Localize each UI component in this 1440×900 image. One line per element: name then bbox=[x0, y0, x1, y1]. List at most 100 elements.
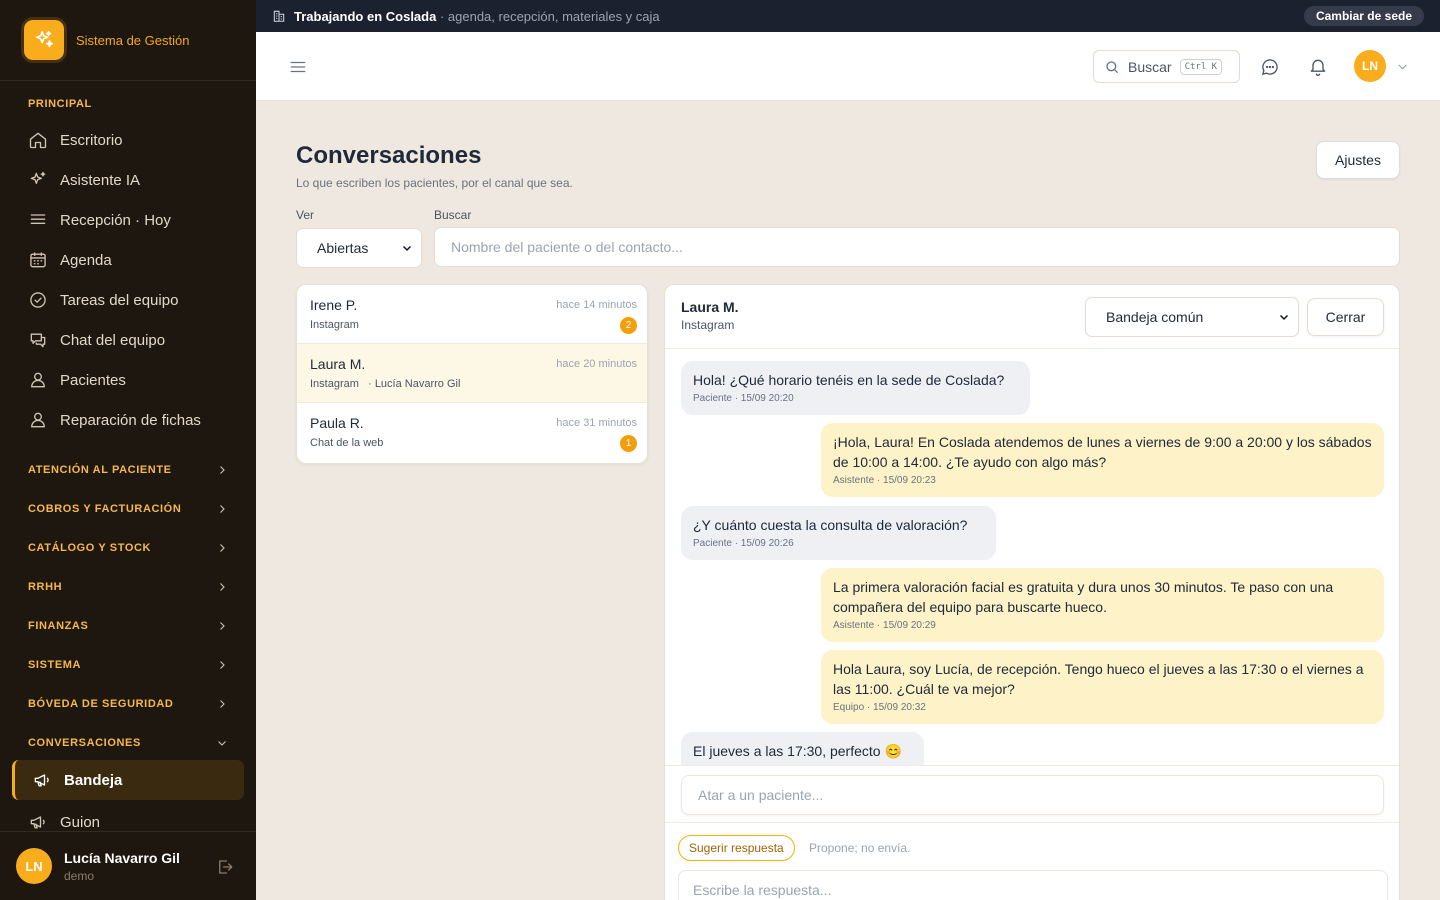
chevron-right-icon bbox=[220, 583, 225, 591]
group-sistema[interactable]: SISTEMA bbox=[28, 659, 228, 671]
sidebar-item-label: Guion bbox=[60, 813, 101, 831]
message-text: Hola Laura, soy Lucía, de recepción. Ten… bbox=[833, 661, 1364, 697]
chevron-right-icon bbox=[220, 622, 225, 630]
group-label: COBROS Y FACTURACIÓN bbox=[28, 503, 182, 515]
message-meta: Asistente · 15/09 20:29 bbox=[833, 620, 936, 631]
group-conversaciones[interactable]: CONVERSACIONES bbox=[28, 737, 228, 749]
message-time: hace 31 minutos bbox=[556, 417, 637, 429]
bell-icon[interactable] bbox=[1308, 57, 1328, 77]
sidebar-item-tareas[interactable]: Tareas del equipo bbox=[28, 284, 238, 316]
section-principal: PRINCIPAL bbox=[28, 98, 92, 110]
group-rrhh[interactable]: RRHH bbox=[28, 581, 228, 593]
chat-header: Laura M. Instagram Bandeja común Cerrar bbox=[665, 285, 1399, 349]
message-meta: Paciente · 15/09 20:20 bbox=[693, 393, 794, 404]
group-label: FINANZAS bbox=[28, 620, 89, 632]
group-label: ATENCIÓN AL PACIENTE bbox=[28, 464, 172, 476]
sidebar-item-reparacion[interactable]: Reparación de fichas bbox=[28, 404, 238, 436]
group-boveda[interactable]: BÓVEDA DE SEGURIDAD bbox=[28, 698, 228, 710]
avatar[interactable]: LN bbox=[1354, 50, 1386, 82]
chevron-right-icon bbox=[220, 700, 225, 708]
chat-contact-channel: Instagram bbox=[681, 318, 735, 332]
conversation-search-input[interactable]: Nombre del paciente o del contacto... bbox=[434, 227, 1400, 267]
user-icon bbox=[31, 372, 45, 388]
divider bbox=[665, 822, 1399, 823]
sidebar-item-label: Chat del equipo bbox=[60, 331, 166, 349]
sidebar-item-chat-equipo[interactable]: Chat del equipo bbox=[28, 324, 238, 356]
inbox-select[interactable]: Bandeja común bbox=[1085, 297, 1299, 337]
message-text: La primera valoración facial es gratuita… bbox=[833, 579, 1334, 615]
global-search[interactable]: Buscar Ctrl K bbox=[1093, 50, 1240, 83]
message-time: hace 14 minutos bbox=[556, 299, 637, 311]
group-cobros[interactable]: COBROS Y FACTURACIÓN bbox=[28, 503, 228, 515]
message-patient: ¿Y cuánto cuesta la consulta de valoraci… bbox=[681, 506, 996, 560]
shortcut-hint: Ctrl K bbox=[1179, 58, 1223, 75]
group-label: CATÁLOGO Y STOCK bbox=[28, 542, 152, 554]
chevron-down-icon bbox=[1279, 314, 1289, 321]
reply-input[interactable]: Escribe la respuesta... bbox=[678, 870, 1388, 900]
message-text: ¿Y cuánto cuesta la consulta de valoraci… bbox=[693, 517, 968, 533]
chat-contact-name: Laura M. bbox=[681, 299, 739, 315]
chevron-down-icon bbox=[402, 245, 412, 252]
sidebar-item-agenda[interactable]: Agenda bbox=[28, 244, 238, 276]
message-meta: Asistente · 15/09 20:23 bbox=[833, 475, 936, 486]
chevron-down-icon[interactable] bbox=[1396, 60, 1409, 73]
change-site-button[interactable]: Cambiar de sede bbox=[1303, 6, 1424, 26]
group-finanzas[interactable]: FINANZAS bbox=[28, 620, 228, 632]
location-description: · agenda, recepción, materiales y caja bbox=[439, 8, 660, 24]
chevron-right-icon bbox=[220, 505, 225, 513]
contact-channel: Chat de la web bbox=[310, 437, 384, 449]
chat-icon bbox=[30, 333, 46, 348]
close-conversation-button[interactable]: Cerrar bbox=[1307, 298, 1384, 336]
list-item-selected[interactable]: Laura M. Instagram · Lucía Navarro Gil h… bbox=[297, 344, 647, 403]
message-text: ¡Hola, Laura! En Coslada atendemos de lu… bbox=[833, 434, 1372, 470]
sidebar-item-label: Asistente IA bbox=[60, 171, 141, 189]
contact-channel: Instagram · Lucía Navarro Gil bbox=[310, 378, 460, 390]
group-label: SISTEMA bbox=[28, 659, 82, 671]
list-item[interactable]: Paula R. Chat de la web hace 31 minutos … bbox=[297, 403, 647, 462]
list-item[interactable]: Irene P. Instagram hace 14 minutos 2 bbox=[297, 285, 647, 344]
chevron-right-icon bbox=[220, 661, 225, 669]
brand-name: Sistema de Gestión bbox=[76, 32, 190, 48]
sidebar-item-label: Escritorio bbox=[60, 131, 123, 149]
user-role: demo bbox=[64, 868, 95, 883]
list-icon bbox=[30, 214, 46, 224]
page-title: Conversaciones bbox=[296, 142, 482, 169]
menu-icon[interactable] bbox=[289, 58, 307, 76]
sparkles-icon bbox=[30, 171, 46, 184]
chevron-down-icon bbox=[218, 741, 226, 746]
message-patient: Hola! ¿Qué horario tenéis en la sede de … bbox=[681, 361, 1030, 415]
avatar[interactable]: LN bbox=[16, 848, 52, 884]
sidebar-item-asistente[interactable]: Asistente IA bbox=[28, 164, 238, 196]
sidebar-item-label: Bandeja bbox=[64, 771, 123, 789]
sparkles-logo-icon bbox=[24, 20, 64, 60]
calendar-icon bbox=[30, 252, 46, 268]
suggest-reply-button[interactable]: Sugerir respuesta bbox=[678, 835, 795, 861]
header: Buscar Ctrl K LN bbox=[256, 32, 1440, 101]
messages-icon[interactable] bbox=[1260, 57, 1280, 77]
sidebar-item-pacientes[interactable]: Pacientes bbox=[28, 364, 238, 396]
user-icon bbox=[31, 412, 45, 428]
group-catalogo[interactable]: CATÁLOGO Y STOCK bbox=[28, 542, 228, 554]
sidebar-item-label: Reparación de fichas bbox=[60, 411, 201, 429]
filter-label: Ver bbox=[296, 208, 315, 222]
chevron-right-icon bbox=[220, 466, 225, 474]
sidebar-item-label: Tareas del equipo bbox=[60, 291, 179, 309]
logout-icon[interactable] bbox=[216, 858, 234, 876]
sidebar-item-bandeja[interactable]: Bandeja bbox=[12, 760, 244, 800]
settings-button[interactable]: Ajustes bbox=[1316, 141, 1400, 179]
sidebar-item-label: Agenda bbox=[60, 251, 112, 269]
message-meta: Paciente · 15/09 20:26 bbox=[693, 538, 794, 549]
status-filter-select[interactable]: Abiertas bbox=[296, 228, 422, 268]
group-atencion[interactable]: ATENCIÓN AL PACIENTE bbox=[28, 464, 228, 476]
message-text: Hola! ¿Qué horario tenéis en la sede de … bbox=[693, 372, 1005, 388]
group-label: RRHH bbox=[28, 581, 63, 593]
group-label: BÓVEDA DE SEGURIDAD bbox=[28, 698, 174, 710]
contact-name: Paula R. bbox=[310, 415, 364, 431]
sidebar-item-recepcion[interactable]: Recepción · Hoy bbox=[28, 204, 238, 236]
link-patient-input[interactable]: Atar a un paciente... bbox=[681, 775, 1384, 815]
top-bar: Trabajando en Coslada · agenda, recepció… bbox=[256, 0, 1440, 32]
contact-name: Irene P. bbox=[310, 297, 358, 313]
message-team: Hola Laura, soy Lucía, de recepción. Ten… bbox=[821, 650, 1384, 724]
chat-panel: Laura M. Instagram Bandeja común Cerrar … bbox=[664, 284, 1400, 900]
sidebar-item-escritorio[interactable]: Escritorio bbox=[28, 124, 238, 156]
